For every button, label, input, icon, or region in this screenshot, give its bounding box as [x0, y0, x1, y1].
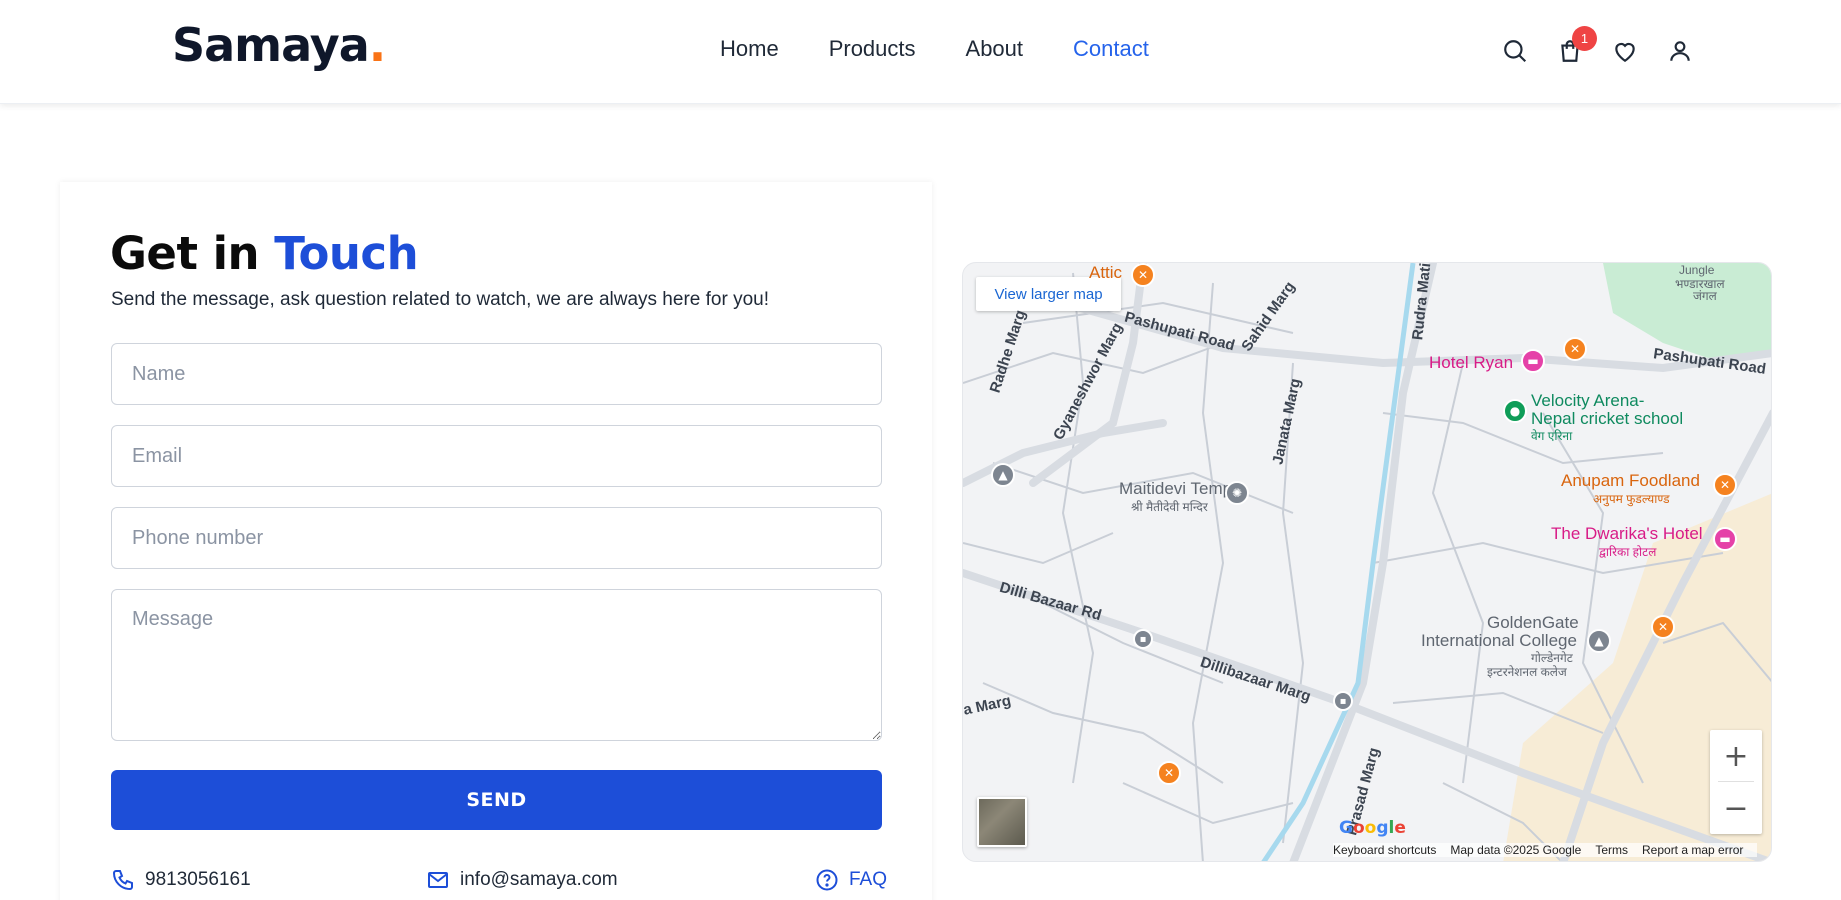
map-place-label: International College [1421, 631, 1577, 650]
email-input[interactable] [111, 425, 882, 487]
help-circle-icon [816, 869, 838, 891]
map-place-label: वेग एरिना [1531, 429, 1573, 443]
school-icon[interactable]: ▲ [991, 463, 1015, 487]
faq-link[interactable]: FAQ [815, 868, 887, 892]
zoom-in-button[interactable]: + [1710, 730, 1762, 782]
nav-contact[interactable]: Contact [1073, 36, 1149, 62]
cart-icon[interactable]: 1 [1555, 26, 1597, 66]
hotel-icon[interactable]: ▬ [1521, 349, 1545, 373]
restaurant-icon[interactable]: ✕ [1563, 337, 1587, 361]
hotel-icon[interactable]: ▬ [1713, 527, 1737, 551]
map-place-label: अनुपम फुडल्याण्ड [1593, 492, 1670, 506]
google-logo: Google [1339, 818, 1406, 838]
contact-subtitle: Send the message, ask question related t… [111, 289, 769, 310]
contact-card: Get in Touch Send the message, ask quest… [60, 182, 932, 900]
map-place-label: Attic [1089, 263, 1123, 282]
map-place-label: श्री मैतीदेवी मन्दिर [1131, 500, 1208, 514]
map-place-label: Nepal cricket school [1531, 409, 1684, 428]
nav-about[interactable]: About [966, 36, 1024, 62]
bus-stop-icon[interactable]: ▪ [1133, 629, 1153, 649]
google-map[interactable]: View larger map Pashupati Road Pashupati… [962, 262, 1772, 862]
map-place-label: Hotel Ryan [1429, 353, 1514, 372]
cart-count-badge: 1 [1572, 26, 1597, 51]
contact-phone[interactable]: 9813056161 [111, 868, 251, 892]
nav-home[interactable]: Home [720, 36, 779, 62]
nav-products[interactable]: Products [829, 36, 916, 62]
map-place-label: Velocity Arena- [1531, 391, 1645, 410]
phone-number: 9813056161 [145, 869, 251, 890]
phone-input[interactable] [111, 507, 882, 569]
temple-icon[interactable]: ✺ [1225, 481, 1249, 505]
restaurant-icon[interactable]: ✕ [1131, 263, 1155, 287]
map-place-label: Anupam Foodland [1561, 471, 1700, 490]
terms-link[interactable]: Terms [1595, 843, 1628, 857]
search-icon[interactable] [1500, 36, 1530, 66]
map-place-label: इन्टरनेशनल कलेज [1487, 665, 1567, 679]
main-nav: Home Products About Contact [720, 36, 1199, 62]
phone-icon [112, 870, 133, 891]
sports-venue-icon[interactable]: ● [1503, 399, 1527, 423]
message-textarea[interactable] [111, 589, 882, 741]
site-header: Samaya. Home Products About Contact 1 [0, 0, 1841, 104]
brand-logo[interactable]: Samaya. [172, 18, 386, 72]
faq-label: FAQ [849, 869, 888, 890]
name-input[interactable] [111, 343, 882, 405]
map-place-label: The Dwarika's Hotel [1551, 524, 1703, 543]
bus-stop-icon[interactable]: ▪ [1333, 691, 1353, 711]
mail-icon [428, 872, 448, 888]
keyboard-shortcuts-link[interactable]: Keyboard shortcuts [1333, 843, 1436, 857]
satellite-toggle[interactable] [977, 797, 1027, 847]
map-place-label: जंगल [1693, 289, 1717, 303]
restaurant-icon[interactable]: ✕ [1651, 615, 1675, 639]
email-address: info@samaya.com [460, 869, 618, 890]
zoom-out-button[interactable]: − [1710, 782, 1762, 834]
send-button[interactable]: SEND [111, 770, 882, 830]
school-icon[interactable]: ▲ [1587, 629, 1611, 653]
restaurant-icon[interactable]: ✕ [1157, 761, 1181, 785]
page-title: Get in Touch [110, 227, 419, 280]
heart-icon[interactable] [1610, 36, 1640, 66]
map-place-label: GoldenGate [1487, 613, 1579, 632]
map-attribution: Keyboard shortcuts Map data ©2025 Google… [1333, 843, 1758, 857]
contact-email[interactable]: info@samaya.com [426, 868, 618, 892]
map-zoom-controls: + − [1710, 730, 1762, 834]
map-place-label: द्वारिका होटल [1599, 545, 1657, 559]
header-actions: 1 [1500, 26, 1720, 66]
restaurant-icon[interactable]: ✕ [1713, 473, 1737, 497]
map-data-label: Map data ©2025 Google [1450, 843, 1582, 857]
user-icon[interactable] [1665, 36, 1695, 66]
report-error-link[interactable]: Report a map error [1642, 843, 1743, 857]
